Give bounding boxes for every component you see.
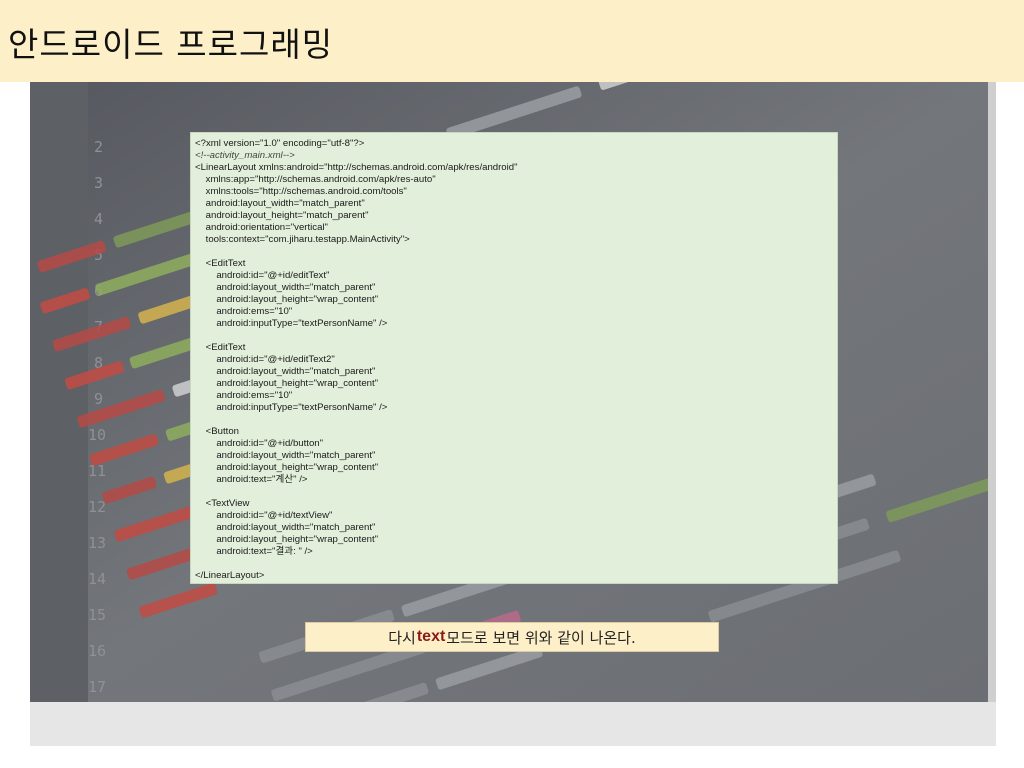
code-line: <TextView [195, 498, 250, 509]
code-line: android:id="@+id/button" [195, 438, 324, 449]
code-line: android:text="계산" /> [195, 474, 308, 485]
svg-text:9: 9 [94, 390, 103, 408]
svg-text:3: 3 [94, 174, 103, 192]
code-line: android:layout_width="match_parent" [195, 198, 365, 209]
code-line: android:ems="10" [195, 390, 293, 401]
svg-text:15: 15 [88, 606, 106, 624]
code-line: android:id="@+id/editText2" [195, 354, 335, 365]
caption-text-after: 모드로 보면 위와 같이 나온다. [446, 628, 636, 647]
svg-text:2: 2 [94, 138, 103, 156]
code-line: </LinearLayout> [195, 570, 265, 581]
caption-text-before: 다시 [388, 628, 416, 647]
svg-text:17: 17 [88, 678, 106, 696]
code-line: android:layout_height="wrap_content" [195, 462, 379, 473]
svg-text:12: 12 [88, 498, 106, 516]
code-line: android:id="@+id/textView" [195, 510, 333, 521]
slide-title: 안드로이드 프로그래밍 [0, 0, 1024, 82]
svg-text:10: 10 [88, 426, 106, 444]
svg-text:14: 14 [88, 570, 106, 588]
caption-keyword: text [416, 628, 446, 645]
code-line: android:layout_height="wrap_content" [195, 378, 379, 389]
code-line: android:inputType="textPersonName" /> [195, 402, 388, 413]
code-line: xmlns:tools="http://schemas.android.com/… [195, 186, 407, 197]
code-line: android:layout_width="match_parent" [195, 282, 376, 293]
code-line: android:layout_height="wrap_content" [195, 294, 379, 305]
code-line: <LinearLayout xmlns:android="http://sche… [195, 162, 518, 173]
code-line: android:id="@+id/editText" [195, 270, 330, 281]
code-listing-box: <?xml version="1.0" encoding="utf-8"?> <!… [190, 132, 838, 584]
code-line: android:ems="10" [195, 306, 293, 317]
code-line: xmlns:app="http://schemas.android.com/ap… [195, 174, 436, 185]
code-line: android:inputType="textPersonName" /> [195, 318, 388, 329]
code-line: android:layout_width="match_parent" [195, 522, 376, 533]
code-line: android:layout_height="wrap_content" [195, 534, 379, 545]
code-line: <?xml version="1.0" encoding="utf-8"?> [195, 138, 365, 149]
code-line: tools:context="com.jiharu.testapp.MainAc… [195, 234, 410, 245]
background-right-edge [988, 82, 996, 702]
svg-text:16: 16 [88, 642, 106, 660]
caption-box: 다시 text 모드로 보면 위와 같이 나온다. [305, 622, 719, 652]
code-line: android:layout_width="match_parent" [195, 366, 376, 377]
code-line: <EditText [195, 342, 246, 353]
svg-text:13: 13 [88, 534, 106, 552]
code-line: <EditText [195, 258, 246, 269]
code-line: android:text="결과: " /> [195, 546, 313, 557]
svg-text:4: 4 [94, 210, 103, 228]
code-line: android:orientation="vertical" [195, 222, 328, 233]
code-line: android:layout_height="match_parent" [195, 210, 369, 221]
code-line: android:layout_width="match_parent" [195, 450, 376, 461]
code-line: <Button [195, 426, 240, 437]
code-line: <!--activity_main.xml--> [195, 150, 295, 161]
